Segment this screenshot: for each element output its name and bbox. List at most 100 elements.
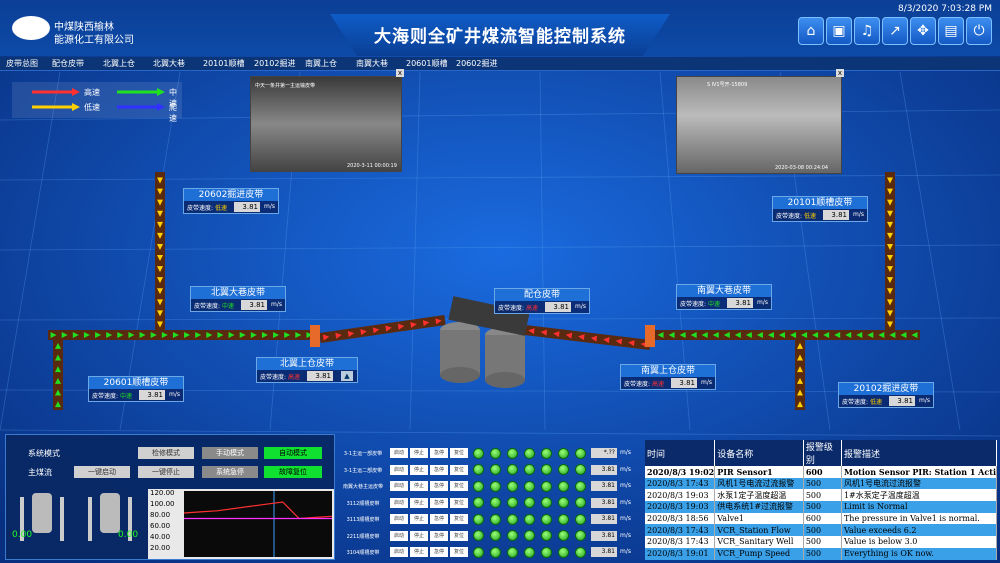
- belt-info-south-main[interactable]: 南翼大巷皮带 皮带速度: 中速 3.81 m/s: [676, 284, 772, 310]
- table-row[interactable]: 2020/8/3 17:43 VCR_Station Flow 500 Value e…: [645, 524, 997, 537]
- drive-head[interactable]: [310, 325, 320, 347]
- belt-info-north-bin[interactable]: 北翼上仓皮带 皮带速度: 高速 3.81 ▲: [256, 357, 358, 383]
- speed-mode: 中速: [120, 393, 133, 400]
- col-level[interactable]: 报警级别: [803, 440, 842, 466]
- table-button[interactable]: ▤: [938, 17, 964, 45]
- move-button[interactable]: ✥: [910, 17, 936, 45]
- table-cell: 500: [803, 477, 842, 490]
- belt-row-btn-0[interactable]: 启动: [390, 448, 408, 458]
- tab-north-main[interactable]: 北翼大巷: [153, 58, 185, 69]
- belt-row-btn-1[interactable]: 停止: [410, 448, 428, 458]
- table-cell: 600: [803, 512, 842, 525]
- belt-row-btn-3[interactable]: 复位: [450, 481, 468, 491]
- belt-row-btn-1[interactable]: 停止: [410, 497, 428, 508]
- status-indicator: [473, 530, 484, 541]
- table-row[interactable]: 2020/8/3 18:56 Valve1 600 The pressure in V…: [645, 512, 997, 525]
- tab-20601[interactable]: 20601顺槽: [406, 58, 447, 69]
- belt-row-btn-3[interactable]: 复位: [450, 530, 468, 541]
- camera-button[interactable]: ▣: [826, 17, 852, 45]
- col-time[interactable]: 时间: [645, 440, 716, 466]
- tab-south-upper[interactable]: 南翼上仓: [305, 58, 337, 69]
- belt-row-btn-3[interactable]: 复位: [450, 448, 468, 458]
- one-key-stop-button[interactable]: 一键停止: [138, 466, 194, 478]
- belt-row-btn-2[interactable]: 急停: [430, 514, 448, 524]
- belt-row-btn-0[interactable]: 启动: [390, 530, 408, 541]
- tab-south-main[interactable]: 南翼大巷: [356, 58, 388, 69]
- belt-row-btn-0[interactable]: 启动: [390, 481, 408, 491]
- belt-control-table: 3-1主运一部皮带 启动 停止 急停 复位 *.?? m/s 3-1主运二部皮带 启动 停止 急停复…: [338, 440, 638, 560]
- table-cell: 1#水泵定子温度超温: [841, 489, 997, 502]
- belt-row-btn-3[interactable]: 复位: [450, 464, 468, 475]
- belt-info-south-bin[interactable]: 南翼上仓皮带 皮带速度: 高速 3.81 m/s: [620, 364, 716, 390]
- camera-feed-1[interactable]: 中天一条井第一主运输皮带 2020-3-11 00:00:19: [250, 76, 402, 172]
- maintenance-mode-button[interactable]: 检修模式: [138, 447, 194, 459]
- belt-info-north-main[interactable]: 北翼大巷皮带 皮带速度: 中速 3.81 m/s: [190, 286, 286, 312]
- belt-row-btn-3[interactable]: 复位: [450, 497, 468, 508]
- home-button[interactable]: ⌂: [798, 17, 824, 45]
- table-row[interactable]: 2020/8/3 19:02 PIR Sensor1 600 Motion Senso…: [645, 466, 997, 478]
- belt-info-20602[interactable]: 20602掘进皮带 皮带速度: 低速 3.81 m/s: [183, 188, 279, 214]
- belt-row-btn-0[interactable]: 启动: [390, 497, 408, 508]
- tab-20602[interactable]: 20602掘进: [456, 58, 497, 69]
- emergency-stop-button[interactable]: 系统急停: [202, 466, 258, 478]
- belt-row-btn-2[interactable]: 急停: [430, 448, 448, 458]
- drive-head[interactable]: [645, 325, 655, 347]
- trend-button[interactable]: ↗: [882, 17, 908, 45]
- belt-row-btn-0[interactable]: 启动: [390, 547, 408, 557]
- manual-mode-button[interactable]: 手动模式: [202, 447, 258, 459]
- status-indicator: [524, 497, 535, 508]
- belt-row-btn-2[interactable]: 急停: [430, 547, 448, 557]
- belt-row-btn-2[interactable]: 急停: [430, 530, 448, 541]
- belt-row-btn-1[interactable]: 停止: [410, 530, 428, 541]
- belt-row-btn-0[interactable]: 启动: [390, 514, 408, 524]
- speed-value: 3.81: [889, 396, 915, 406]
- table-row[interactable]: 2020/8/3 17:43 VCR_Sanitary Well 500 Value …: [645, 536, 997, 548]
- camera-1-close-button[interactable]: x: [396, 69, 404, 77]
- belt-row-btn-2[interactable]: 急停: [430, 464, 448, 475]
- camera-2-close-button[interactable]: x: [836, 69, 844, 77]
- power-button[interactable]: ⏻: [966, 17, 992, 45]
- table-row[interactable]: 2020/8/3 19:01 VCR_Pump Speed 500 Everythin…: [645, 547, 997, 560]
- belt-info-20102[interactable]: 20102掘进皮带 皮带速度: 低速 3.81 m/s: [838, 382, 934, 408]
- tab-20102[interactable]: 20102掘进: [254, 58, 295, 69]
- fault-reset-button[interactable]: 故障复位: [264, 466, 322, 478]
- belt-row-btn-2[interactable]: 急停: [430, 481, 448, 491]
- belt-info-20101[interactable]: 20101顺槽皮带 皮带速度: 低速 3.81 m/s: [772, 196, 868, 222]
- belt-row-btn-3[interactable]: 复位: [450, 547, 468, 557]
- belt-row-btn-3[interactable]: 复位: [450, 514, 468, 524]
- auto-mode-button[interactable]: 自动模式: [264, 447, 322, 459]
- belt-row-btn-1[interactable]: 停止: [410, 481, 428, 491]
- col-device[interactable]: 设备名称: [714, 440, 804, 466]
- belt-row-btn-1[interactable]: 停止: [410, 514, 428, 524]
- table-row[interactable]: 2020/8/3 19:03 水泵1定子温度超温 500 1#水泵定子温度超温: [645, 489, 997, 502]
- tab-north-upper[interactable]: 北翼上仓: [103, 58, 135, 69]
- table-row[interactable]: 2020/8/3 19:03 供电系统1#过流报警 500 Limit is Norm…: [645, 501, 997, 513]
- home-icon: ⌂: [806, 23, 816, 39]
- speed-unit: m/s: [169, 391, 180, 398]
- belt-row-btn-1[interactable]: 停止: [410, 464, 428, 475]
- belt-row-btn-0[interactable]: 启动: [390, 464, 408, 475]
- tab-20101[interactable]: 20101顺槽: [203, 58, 244, 69]
- status-indicator: [507, 464, 518, 475]
- tab-bin-belt[interactable]: 配仓皮带: [52, 58, 84, 69]
- belt-info-bin[interactable]: 配仓皮带 皮带速度: 高速 3.81 m/s: [494, 288, 590, 314]
- bin-level-gauges: [20, 493, 132, 541]
- belt-row-btn-2[interactable]: 急停: [430, 497, 448, 508]
- speed-label: 皮带速度:: [680, 301, 707, 308]
- table-cell: VCR_Pump Speed: [714, 547, 804, 560]
- tab-belt-overview[interactable]: 皮带总图: [6, 58, 38, 69]
- status-indicator: [473, 546, 484, 558]
- status-indicator: [558, 447, 569, 459]
- speed-value: 3.81: [234, 202, 260, 212]
- camera-feed-2[interactable]: S Ⅳ1号开-15809 2020-03-08 00:24:04: [676, 76, 842, 174]
- belt-info-20601[interactable]: 20601顺槽皮带 皮带速度: 中速 3.81 m/s: [88, 376, 184, 402]
- table-cell: 2020/8/3 19:02: [645, 466, 716, 478]
- speed-legend: 高速 中速 低速 爬速: [12, 82, 182, 123]
- belt-row-btn-1[interactable]: 停止: [410, 547, 428, 557]
- table-row[interactable]: 2020/8/3 17:43 风机1号电流过流报警 500 风机1号电流过流报警: [645, 477, 997, 490]
- col-description[interactable]: 报警描述: [841, 440, 997, 466]
- expand-up-icon[interactable]: ▲: [341, 371, 353, 381]
- one-key-start-button[interactable]: 一键启动: [74, 466, 130, 478]
- belt-row-speed: 3.81: [591, 481, 617, 491]
- alarm-button[interactable]: ♫: [854, 17, 880, 45]
